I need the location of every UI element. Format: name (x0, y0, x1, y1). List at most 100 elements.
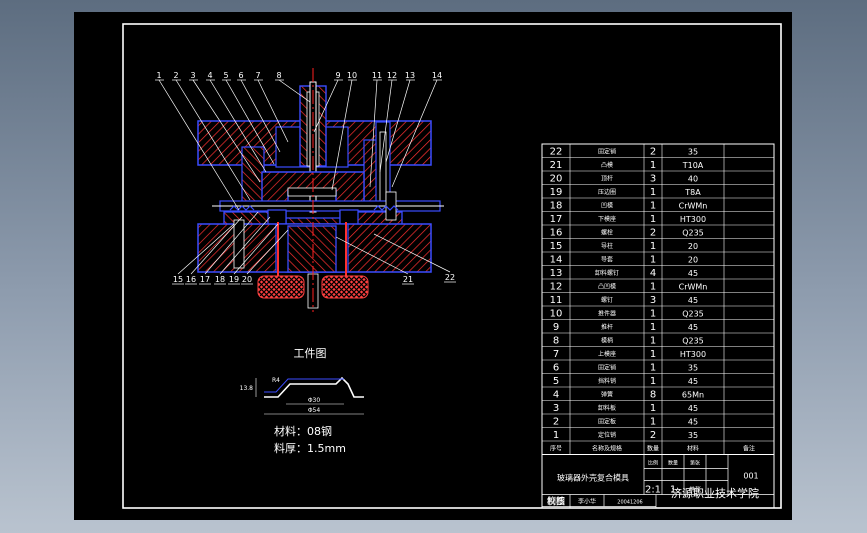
bom-name: 下模座 (598, 215, 616, 223)
bom-row-5: 5 挡料销 1 45 (553, 376, 698, 387)
bom-no: 3 (553, 403, 559, 414)
bom-qty: 2 (650, 147, 656, 158)
callout-11: 11 (372, 71, 382, 80)
bom-material: 35 (688, 364, 698, 373)
callout-15: 15 (173, 275, 183, 284)
bom-name: 导柱 (601, 242, 613, 250)
bom-qty: 8 (650, 390, 656, 401)
bom-name: 顶杆 (601, 175, 613, 183)
callout-19: 19 (229, 275, 239, 284)
bom-header-qty: 数量 (647, 445, 659, 453)
bom-no: 10 (550, 309, 563, 320)
bom-qty: 1 (650, 376, 656, 387)
callout-21: 21 (403, 275, 413, 284)
bom-qty: 3 (650, 295, 656, 306)
bom-no: 6 (553, 363, 559, 374)
bom-name: 导套 (601, 256, 613, 264)
scale-label: 比例 (648, 460, 658, 467)
bom-material: 45 (688, 418, 698, 427)
bom-material: 40 (688, 175, 698, 184)
callout-14: 14 (432, 71, 442, 80)
bom-name: 定位销 (598, 431, 616, 439)
bom-qty: 1 (650, 417, 656, 428)
bom-material: T8A (684, 188, 701, 197)
bom-row-11: 11 螺钉 3 45 (550, 295, 698, 306)
bom-name: 上模座 (598, 350, 616, 358)
bom-row-18: 18 凹模 1 CrWMn (550, 201, 708, 212)
bom-qty: 2 (650, 430, 656, 441)
scale-value: 2:1 (645, 485, 661, 496)
bom-no: 2 (553, 417, 559, 428)
bom-row-12: 12 凸凹模 1 CrWMn (550, 282, 708, 293)
bom-material: CrWMn (679, 202, 708, 211)
bom-name: 推件器 (598, 310, 616, 318)
bom-no: 12 (550, 282, 563, 293)
bom-name: 挡料销 (598, 377, 616, 385)
bom-qty: 1 (650, 160, 656, 171)
bom-no: 15 (550, 241, 563, 252)
title-block: 玻璃器外壳复合模具比例 数量 第张2:1 1 共张001制图 李小华 20041206校核济… (541, 454, 775, 509)
callout-9: 9 (335, 71, 340, 80)
bom-row-1: 1 定位销 2 35 (553, 430, 698, 441)
callout-2: 2 (173, 71, 178, 80)
bom-row-15: 15 导柱 1 20 (550, 241, 698, 252)
viewport: 1 2 3 4 5 6 7 8 9 10 11 12 13 14 15 16 17 18 19 20 21 22 工件图 … (0, 0, 867, 533)
bom-qty: 1 (650, 363, 656, 374)
bom-qty: 1 (650, 255, 656, 266)
bom-header-note: 备注 (743, 445, 755, 453)
material-note: 材料：08钢 (274, 424, 332, 438)
callout-6: 6 (238, 71, 243, 80)
bom-row-22: 22 固定销 2 35 (550, 147, 698, 158)
checked-label: 校核 (547, 495, 565, 507)
bom-row-13: 13 卸料螺钉 4 45 (550, 268, 698, 279)
bom-qty: 3 (650, 174, 656, 185)
bom-no: 22 (550, 147, 563, 158)
bom-row-3: 3 卸料板 1 45 (553, 403, 698, 414)
drawing-sheet: 1 2 3 4 5 6 7 8 9 10 11 12 13 14 15 16 17 18 19 20 21 22 工件图 … (74, 12, 792, 520)
screw-left (233, 219, 245, 269)
bom-name: 推杆 (601, 323, 613, 331)
bom-row-16: 16 螺栓 2 Q235 (550, 228, 704, 239)
bom-header-name: 名称及规格 (592, 445, 622, 453)
bom-material: Q235 (682, 229, 704, 238)
fixing-plate-left (241, 146, 265, 208)
bom-name: 模柄 (601, 337, 613, 345)
bom-name: 弹簧 (601, 391, 613, 399)
dim-outer: Φ54 (308, 407, 321, 414)
bom-name: 固定销 (598, 148, 616, 156)
bom-material: 45 (688, 404, 698, 413)
bom-name: 固定销 (598, 364, 616, 372)
bom-material: Q235 (682, 337, 704, 346)
bom-qty: 1 (650, 214, 656, 225)
bom-material: 20 (688, 242, 698, 251)
bom-row-10: 10 推件器 1 Q235 (550, 309, 704, 320)
bom-qty: 2 (650, 228, 656, 239)
bom-material: 65Mn (682, 391, 704, 400)
callout-8: 8 (276, 71, 281, 80)
bom-row-14: 14 导套 1 20 (550, 255, 698, 266)
bom-no: 13 (550, 268, 563, 279)
bom-no: 17 (550, 214, 563, 225)
bom-name: 卸料板 (598, 404, 616, 412)
bom-material: 45 (688, 377, 698, 386)
bom-row-4: 4 弹簧 8 65Mn (553, 390, 704, 401)
bom-qty: 1 (650, 309, 656, 320)
bom-no: 20 (550, 174, 563, 185)
drawn-by: 李小华 (578, 498, 596, 506)
workpiece-drawing: 工件图 13.8 R4 Φ30 Φ54 材料：08钢 料厚：1.5mm (240, 347, 364, 455)
bom-row-20: 20 顶杆 3 40 (550, 174, 698, 185)
callout-13: 13 (405, 71, 415, 80)
punch-body (287, 225, 337, 273)
bom-row-6: 6 固定销 1 35 (553, 363, 698, 374)
bom-name: 螺栓 (601, 229, 613, 237)
bom-frame (541, 143, 775, 455)
bom-no: 16 (550, 228, 563, 239)
bom-name: 卸料螺钉 (595, 269, 619, 277)
bom-material: 45 (688, 296, 698, 305)
count-label: 数量 (668, 460, 678, 467)
bom-row-21: 21 凸模 1 T10A (550, 160, 704, 171)
dim-radius: R4 (272, 377, 280, 384)
thickness-note: 料厚：1.5mm (274, 441, 346, 455)
callout-3: 3 (190, 71, 195, 80)
callout-18: 18 (215, 275, 225, 284)
